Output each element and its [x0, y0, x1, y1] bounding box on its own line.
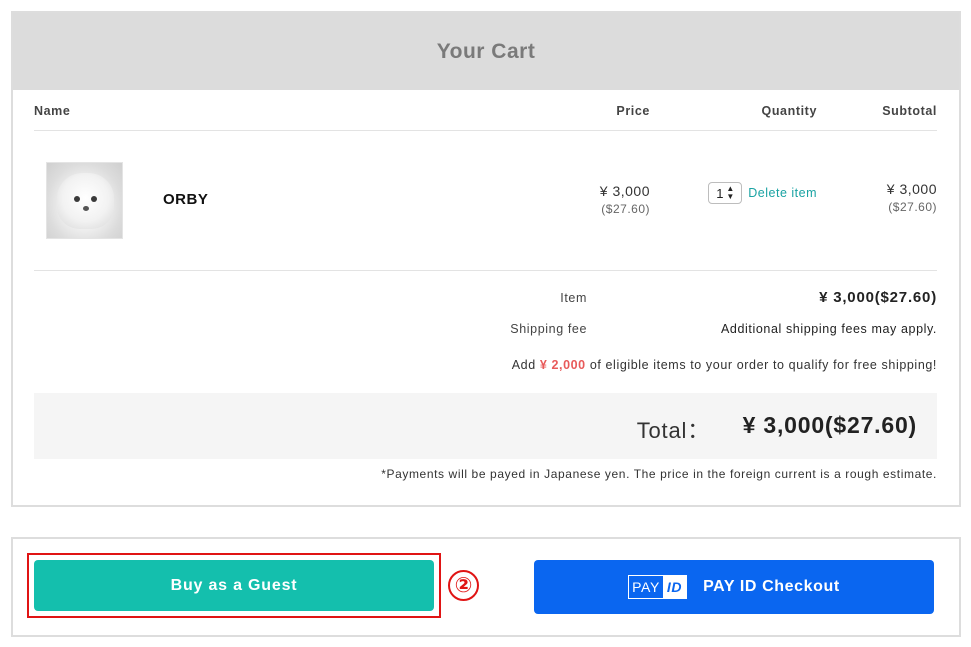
column-name: Name: [34, 104, 71, 118]
column-subtotal: Subtotal: [882, 104, 937, 118]
select-arrows-icon: ▲ ▼: [726, 184, 735, 201]
cart-content: Name Price Quantity Subtotal ORBY ¥ 3,00…: [34, 90, 937, 459]
plush-nose: [83, 206, 89, 211]
buy-as-guest-button[interactable]: Buy as a Guest: [34, 560, 434, 611]
quantity-select[interactable]: 1 ▲ ▼: [708, 182, 743, 204]
total-value: ¥ 3,000($27.60): [742, 412, 917, 438]
notice-amount: ¥ 2,000: [539, 358, 586, 372]
free-shipping-notice: Add ¥ 2,000 of eligible items to your or…: [512, 358, 937, 372]
pay-id-checkout-button[interactable]: PAY ID PAY ID Checkout: [534, 560, 934, 614]
cart-title: Your Cart: [436, 39, 536, 63]
quantity-control: 1 ▲ ▼ Delete item: [708, 182, 817, 204]
plush-eye-left: [74, 196, 80, 202]
pay-id-logo-right: ID: [662, 576, 687, 598]
subtotal-yen: ¥ 3,000: [886, 181, 937, 197]
order-summary: Item ¥ 3,000($27.60) Shipping fee Additi…: [34, 271, 937, 393]
cart-table-header: Name Price Quantity Subtotal: [34, 90, 937, 131]
shipping-fee-value: Additional shipping fees may apply.: [720, 322, 937, 336]
product-name[interactable]: ORBY: [163, 191, 208, 208]
pay-id-logo-icon: PAY ID: [628, 575, 688, 599]
notice-prefix: Add: [511, 358, 536, 372]
delete-item-link[interactable]: Delete item: [748, 186, 817, 200]
step-number-badge: ②: [448, 570, 479, 601]
quantity-value: 1: [716, 185, 724, 201]
unit-price: ¥ 3,000 ($27.60): [600, 183, 650, 216]
notice-suffix: of eligible items to your order to quali…: [589, 358, 937, 372]
item-subtotal: ¥ 3,000 ($27.60): [887, 181, 937, 214]
pay-id-checkout-label: PAY ID Checkout: [703, 578, 840, 595]
total-box: Total： ¥ 3,000($27.60): [34, 393, 937, 459]
cart-header: Your Cart: [13, 13, 959, 90]
unit-price-usd: ($27.60): [601, 202, 650, 216]
column-quantity: Quantity: [761, 104, 817, 118]
unit-price-yen: ¥ 3,000: [599, 183, 650, 199]
plush-body: [57, 173, 114, 229]
shipping-fee-label: Shipping fee: [510, 322, 587, 336]
item-total-value: ¥ 3,000($27.60): [819, 289, 937, 306]
subtotal-usd: ($27.60): [888, 200, 937, 214]
item-total-label: Item: [560, 291, 587, 305]
total-label: Total：: [636, 418, 710, 443]
cart-item-row: ORBY ¥ 3,000 ($27.60) 1 ▲ ▼ Delete item ¥…: [34, 131, 937, 271]
pay-id-logo-left: PAY: [632, 579, 660, 595]
plush-product-image[interactable]: [46, 162, 123, 239]
payment-footnote: *Payments will be payed in Japanese yen.…: [381, 467, 937, 481]
plush-eye-right: [91, 196, 97, 202]
column-price: Price: [616, 104, 650, 118]
